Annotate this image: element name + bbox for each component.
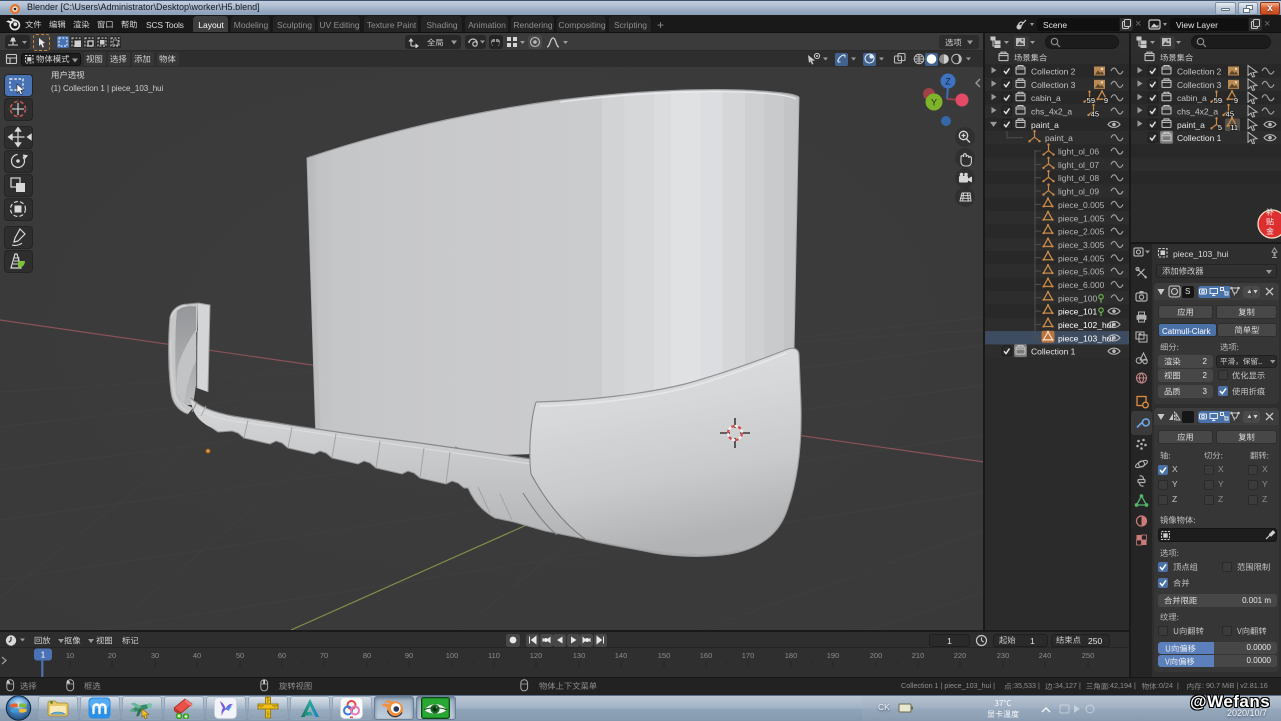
- svg-text:200: 200: [870, 651, 883, 660]
- svg-text:piece_3.005: piece_3.005: [1058, 240, 1105, 250]
- svg-text:cabin_a: cabin_a: [1031, 93, 1061, 103]
- svg-text:230: 230: [997, 651, 1010, 660]
- svg-text:light_ol_07: light_ol_07: [1058, 160, 1099, 170]
- svg-text:180: 180: [785, 651, 798, 660]
- svg-text:Collection 1: Collection 1: [1177, 133, 1222, 143]
- svg-text:70: 70: [320, 651, 328, 660]
- svg-text:150: 150: [658, 651, 671, 660]
- svg-text:160: 160: [700, 651, 713, 660]
- svg-text:Z: Z: [945, 77, 951, 87]
- svg-text:piece_103_hui: piece_103_hui: [1058, 333, 1113, 343]
- svg-text:60: 60: [278, 651, 286, 660]
- svg-text:piece_2.005: piece_2.005: [1058, 227, 1105, 237]
- svg-text:20: 20: [108, 651, 116, 660]
- svg-text:Collection 3: Collection 3: [1177, 80, 1222, 90]
- svg-text:Collection 3: Collection 3: [1031, 80, 1076, 90]
- svg-text:paint_a: paint_a: [1177, 120, 1205, 130]
- svg-text:piece_102_hui: piece_102_hui: [1058, 320, 1113, 330]
- svg-text:piece_6.000: piece_6.000: [1058, 280, 1105, 290]
- svg-text:100: 100: [446, 651, 459, 660]
- svg-text:piece_5.005: piece_5.005: [1058, 267, 1105, 277]
- svg-text:250: 250: [1082, 651, 1095, 660]
- svg-text:paint_a: paint_a: [1045, 133, 1073, 143]
- svg-text:130: 130: [573, 651, 586, 660]
- svg-text:110: 110: [488, 651, 500, 660]
- svg-text:45: 45: [1091, 110, 1099, 119]
- svg-text:140: 140: [615, 651, 628, 660]
- svg-text:chs_4x2_a: chs_4x2_a: [1031, 107, 1072, 117]
- svg-text:120: 120: [530, 651, 543, 660]
- svg-text:90: 90: [405, 651, 413, 660]
- svg-text:Y: Y: [931, 98, 937, 108]
- svg-text:9: 9: [1234, 96, 1238, 105]
- svg-text:59: 59: [1214, 96, 1222, 105]
- svg-text:30: 30: [151, 651, 159, 660]
- svg-text:piece_101: piece_101: [1058, 307, 1098, 317]
- svg-text:170: 170: [742, 651, 755, 660]
- svg-text:220: 220: [954, 651, 967, 660]
- svg-text:10: 10: [66, 651, 74, 660]
- svg-text:1: 1: [41, 650, 46, 660]
- svg-text:light_ol_09: light_ol_09: [1058, 187, 1099, 197]
- svg-text:Collection 2: Collection 2: [1177, 67, 1222, 77]
- svg-text:piece_100: piece_100: [1058, 293, 1098, 303]
- svg-text:cabin_a: cabin_a: [1177, 93, 1207, 103]
- svg-text:210: 210: [912, 651, 925, 660]
- svg-text:240: 240: [1039, 651, 1052, 660]
- svg-text:11: 11: [1230, 123, 1238, 132]
- svg-text:light_ol_06: light_ol_06: [1058, 147, 1099, 157]
- svg-text:59: 59: [1087, 96, 1095, 105]
- svg-text:paint_a: paint_a: [1031, 120, 1059, 130]
- svg-text:Collection 1: Collection 1: [1031, 347, 1076, 357]
- svg-text:9: 9: [1104, 96, 1108, 105]
- svg-text:Collection 2: Collection 2: [1031, 67, 1076, 77]
- svg-text:piece_0.005: piece_0.005: [1058, 200, 1105, 210]
- svg-text:chs_4x2_a: chs_4x2_a: [1177, 107, 1218, 117]
- svg-text:50: 50: [236, 651, 244, 660]
- svg-text:light_ol_08: light_ol_08: [1058, 173, 1099, 183]
- svg-text:5: 5: [1218, 123, 1222, 132]
- svg-text:40: 40: [193, 651, 201, 660]
- svg-text:190: 190: [827, 651, 840, 660]
- svg-text:piece_1.005: piece_1.005: [1058, 213, 1105, 223]
- svg-text:80: 80: [363, 651, 371, 660]
- svg-text:piece_4.005: piece_4.005: [1058, 253, 1105, 263]
